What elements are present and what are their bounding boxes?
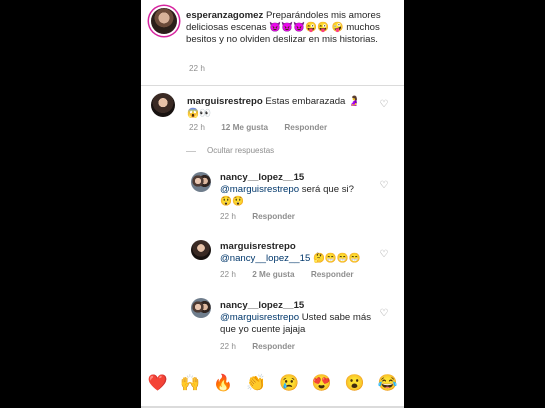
heart-outline-icon[interactable]: ♡ xyxy=(379,309,389,319)
emoji-reaction-bar: ❤️ 🙌 🔥 👏 😢 😍 😮 😂 xyxy=(141,369,404,399)
reply-meta: 22 h Responder xyxy=(220,212,295,221)
reply-button[interactable]: Responder xyxy=(311,270,354,279)
comment-text: marguisrestrepo Estas embarazada 🤰 😱👀 xyxy=(187,96,377,120)
reply-button[interactable]: Responder xyxy=(252,212,295,221)
reply-body: será que si? xyxy=(301,184,354,195)
clap-emoji-button[interactable]: 👏 xyxy=(246,369,266,399)
crying-emoji-button[interactable]: 😢 xyxy=(279,369,299,399)
comment-username[interactable]: marguisrestrepo xyxy=(187,96,263,107)
reply-emoji: 🤔😁😁😁 xyxy=(312,253,361,264)
comment-body-emoji: 😱👀 xyxy=(187,108,211,119)
comments-panel: esperanzagomez Preparándoles mis amores … xyxy=(141,0,404,408)
comment-body: Estas embarazada 🤰 xyxy=(265,96,360,107)
reply-time: 22 h xyxy=(220,342,236,351)
reply-likes[interactable]: 2 Me gusta xyxy=(252,270,294,279)
comment-meta: 22 h 12 Me gusta Responder xyxy=(189,123,327,132)
heart-outline-icon[interactable]: ♡ xyxy=(379,250,389,260)
avatar[interactable] xyxy=(191,298,211,318)
laughing-emoji-button[interactable]: 😂 xyxy=(378,369,398,399)
divider xyxy=(141,85,404,86)
avatar[interactable] xyxy=(191,172,211,192)
reply-time: 22 h xyxy=(220,270,236,279)
caption-time: 22 h xyxy=(189,64,205,73)
avatar[interactable] xyxy=(191,240,211,260)
reply-emoji: 😲😲 xyxy=(220,196,244,207)
caption: esperanzagomez Preparándoles mis amores … xyxy=(141,0,404,84)
reply-text: nancy__lopez__15 @marguisrestrepo será q… xyxy=(220,172,375,208)
reply-button[interactable]: Responder xyxy=(284,123,327,132)
raised-hands-emoji-button[interactable]: 🙌 xyxy=(180,369,200,399)
reply-mention[interactable]: @nancy__lopez__15 xyxy=(220,253,310,264)
reply-text: marguisrestrepo @nancy__lopez__15 🤔😁😁😁 xyxy=(220,241,375,265)
reply-time: 22 h xyxy=(220,212,236,221)
heart-outline-icon[interactable]: ♡ xyxy=(379,100,389,110)
reply-button[interactable]: Responder xyxy=(252,342,295,351)
reply-mention[interactable]: @marguisrestrepo xyxy=(220,184,299,195)
reply-text: nancy__lopez__15 @marguisrestrepo Usted … xyxy=(220,300,375,336)
heart-outline-icon[interactable]: ♡ xyxy=(379,181,389,191)
heart-emoji-button[interactable]: ❤️ xyxy=(147,369,167,399)
fire-emoji-button[interactable]: 🔥 xyxy=(213,369,233,399)
comment-time: 22 h xyxy=(189,123,205,132)
hide-replies-button[interactable]: Ocultar respuestas xyxy=(207,146,274,155)
comment-likes[interactable]: 12 Me gusta xyxy=(221,123,268,132)
reply-meta: 22 h Responder xyxy=(220,342,295,351)
reply-username[interactable]: nancy__lopez__15 xyxy=(220,300,304,311)
caption-text: esperanzagomez Preparándoles mis amores … xyxy=(186,10,396,46)
avatar[interactable] xyxy=(151,93,175,117)
reply-username[interactable]: marguisrestrepo xyxy=(220,241,296,252)
reply-meta: 22 h 2 Me gusta Responder xyxy=(220,270,354,279)
hide-replies-line xyxy=(186,151,196,152)
reply-mention[interactable]: @marguisrestrepo xyxy=(220,312,299,323)
surprised-emoji-button[interactable]: 😮 xyxy=(345,369,365,399)
avatar[interactable] xyxy=(151,8,177,34)
reply-username[interactable]: nancy__lopez__15 xyxy=(220,172,304,183)
heart-eyes-emoji-button[interactable]: 😍 xyxy=(312,369,332,399)
caption-username[interactable]: esperanzagomez xyxy=(186,10,263,21)
